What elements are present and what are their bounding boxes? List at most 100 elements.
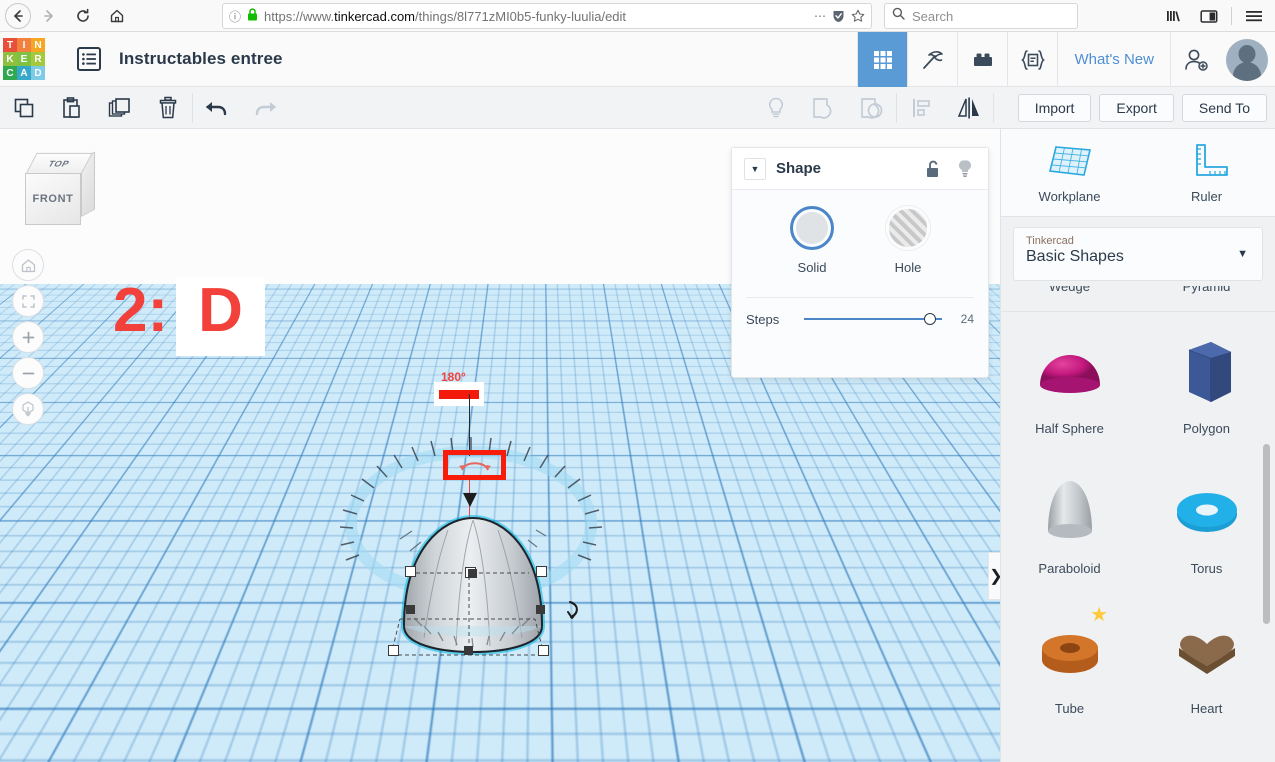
resize-handle-bottom-right[interactable] [538, 645, 549, 656]
mirror-icon[interactable] [945, 87, 993, 129]
document-menu-icon[interactable] [77, 47, 101, 71]
sidebar-scrollbar[interactable] [1263, 444, 1270, 624]
copy-icon[interactable] [0, 87, 48, 129]
shape-item-heart[interactable]: Heart [1138, 592, 1275, 732]
sidebar-icon[interactable] [1194, 2, 1224, 30]
search-input[interactable]: Search [912, 9, 953, 24]
shape-name: Tube [1054, 700, 1085, 716]
shape-list[interactable]: Wedge Pyramid Half Sphere Polygon Parabo… [1001, 286, 1275, 762]
home-view-icon[interactable] [12, 249, 44, 281]
back-arrow-icon[interactable] [5, 2, 31, 29]
tinkercad-logo[interactable]: T I N K E R C A D [3, 38, 45, 80]
solid-swatch[interactable] [790, 206, 834, 250]
star-icon[interactable] [851, 9, 865, 23]
redo-icon [241, 87, 289, 129]
corner-handle-left[interactable] [406, 605, 415, 614]
rotation-angle-bar [439, 389, 479, 399]
rotate-handle-icon[interactable] [443, 450, 506, 480]
inspector-header: ▼ Shape [732, 148, 988, 190]
slider-knob[interactable] [924, 313, 936, 325]
rotate-corner-icon[interactable] [565, 599, 587, 627]
reload-icon[interactable] [67, 2, 99, 30]
ellipsis-icon[interactable]: ⋯ [814, 9, 826, 23]
lightbulb-icon[interactable] [954, 159, 976, 179]
solid-option[interactable]: Solid [790, 206, 834, 275]
logo-letter: R [31, 52, 45, 66]
delete-trash-icon[interactable] [144, 87, 192, 129]
forward-arrow-icon[interactable] [33, 2, 65, 30]
fit-view-icon[interactable] [12, 285, 44, 317]
perspective-toggle-icon[interactable] [12, 393, 44, 425]
annotation-number: 2: [113, 276, 169, 345]
header-nav: What's New [857, 32, 1275, 87]
shape-item-torus[interactable]: Torus [1138, 452, 1275, 592]
paste-icon[interactable] [48, 87, 96, 129]
chevron-down-icon[interactable]: ▼ [744, 157, 766, 180]
shape-item-polygon[interactable]: Polygon [1138, 312, 1275, 452]
sidebar-item-workplane[interactable]: Workplane [1001, 129, 1138, 216]
hamburger-menu-icon[interactable] [1239, 2, 1269, 30]
lego-brick-icon[interactable] [957, 32, 1007, 87]
hole-swatch[interactable] [886, 206, 930, 250]
resize-handle-right[interactable] [536, 566, 547, 577]
zoom-in-icon[interactable] [12, 321, 44, 353]
divider [993, 93, 994, 123]
panel-collapse-toggle[interactable]: ❯ [988, 552, 1000, 600]
rotation-axis-line [469, 394, 470, 456]
sidebar-tools: Workplane Ruler [1001, 129, 1275, 217]
steps-value: 24 [960, 312, 974, 326]
zoom-out-icon[interactable] [12, 357, 44, 389]
rotate-arrows-icon [458, 462, 491, 471]
half-sphere-icon [1030, 329, 1110, 415]
import-button[interactable]: Import [1017, 94, 1092, 122]
shape-item-tube[interactable]: ★ Tube [1001, 592, 1138, 732]
view-cube[interactable]: TOP FRONT [20, 151, 95, 229]
resize-handle-bottom-left[interactable] [388, 645, 399, 656]
shape-grid: Half Sphere Polygon Paraboloid Torus ★ T… [1001, 312, 1275, 732]
inspector-title: Shape [776, 160, 822, 177]
address-bar[interactable]: ⓘ https://www.tinkercad.com/things/8l771… [222, 3, 872, 29]
logo-letter: I [17, 38, 31, 52]
shield-icon[interactable] [832, 9, 845, 23]
pickaxe-icon[interactable] [907, 32, 957, 87]
heart-icon [1167, 609, 1247, 695]
library-icon[interactable] [1160, 2, 1190, 30]
sidebar-item-ruler[interactable]: Ruler [1138, 129, 1275, 216]
unlock-icon[interactable] [922, 160, 944, 178]
shape-type-options: Solid Hole [732, 206, 988, 275]
shape-name: Half Sphere [1035, 420, 1104, 436]
view-cube-top[interactable]: TOP [25, 152, 93, 175]
group-icon [800, 87, 848, 129]
logo-letter: K [3, 52, 17, 66]
rotation-angle-chip[interactable] [434, 382, 484, 406]
avatar[interactable] [1226, 38, 1268, 81]
duplicate-icon[interactable] [96, 87, 144, 129]
rotation-pointer-icon [463, 493, 477, 507]
app-header: T I N K E R C A D Instructables entree W… [0, 32, 1275, 87]
page-title[interactable]: Instructables entree [119, 49, 283, 69]
send-to-button[interactable]: Send To [1181, 94, 1267, 122]
shape-item-paraboloid[interactable]: Paraboloid [1001, 452, 1138, 592]
browser-search-bar[interactable]: Search [884, 3, 1078, 29]
lock-icon [247, 8, 258, 24]
shape-name: Polygon [1183, 420, 1230, 436]
center-handle[interactable] [468, 569, 477, 578]
home-icon[interactable] [101, 2, 133, 30]
undo-icon[interactable] [193, 87, 241, 129]
corner-handle-right[interactable] [536, 605, 545, 614]
view-cube-front[interactable]: FRONT [25, 173, 81, 225]
grid-icon[interactable] [857, 32, 908, 87]
add-user-icon[interactable] [1170, 32, 1220, 87]
resize-handle-left[interactable] [405, 566, 416, 577]
page-info-icon[interactable]: ⓘ [229, 8, 241, 25]
shape-item-half-sphere[interactable]: Half Sphere [1001, 312, 1138, 452]
logo-letter: A [17, 66, 31, 80]
resize-handle-bottom-center[interactable] [464, 646, 473, 655]
steps-slider[interactable] [804, 311, 942, 327]
shape-library-select[interactable]: Tinkercad Basic Shapes ▼ [1013, 227, 1263, 281]
codeblocks-icon[interactable] [1007, 32, 1057, 87]
hole-option[interactable]: Hole [886, 206, 930, 275]
whats-new-link[interactable]: What's New [1057, 32, 1170, 87]
lightbulb-icon [752, 87, 800, 129]
export-button[interactable]: Export [1099, 94, 1174, 122]
